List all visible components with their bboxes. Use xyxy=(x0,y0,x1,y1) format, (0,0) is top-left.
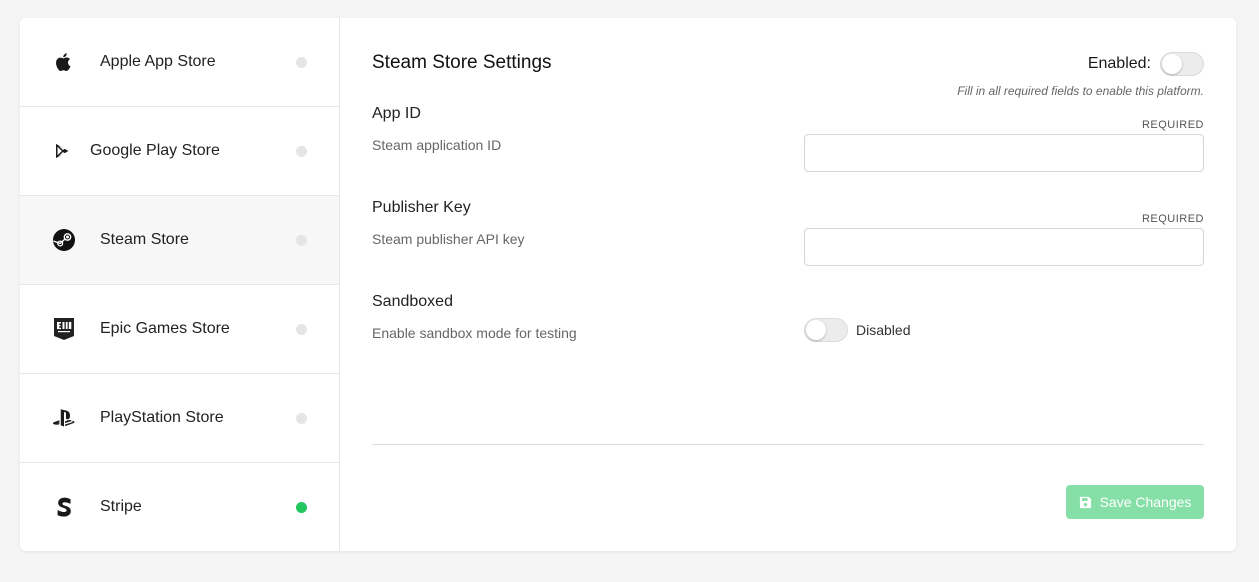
sidebar-item-playstation-store[interactable]: PlayStation Store xyxy=(20,374,339,463)
sidebar-item-label: Epic Games Store xyxy=(100,320,230,337)
sidebar-item-google-play-store[interactable]: Google Play Store xyxy=(20,107,339,196)
status-dot xyxy=(296,501,307,513)
save-icon xyxy=(1079,496,1092,509)
platform-sidebar: Apple App Store Google Play Store Steam … xyxy=(20,18,340,551)
publisher-key-input[interactable] xyxy=(804,228,1204,266)
sandbox-state-label: Disabled xyxy=(856,322,911,338)
divider xyxy=(372,444,1204,445)
publisher-key-required-badge: REQUIRED xyxy=(1141,213,1204,225)
sidebar-item-stripe[interactable]: Stripe xyxy=(20,463,339,551)
page-title: Steam Store Settings xyxy=(372,52,552,73)
app-id-description: Steam application ID xyxy=(372,137,502,153)
sandboxed-label: Sandboxed xyxy=(372,293,453,310)
enable-hint: Fill in all required fields to enable th… xyxy=(957,84,1204,98)
apple-icon xyxy=(52,50,76,74)
status-dot xyxy=(296,323,307,335)
app-id-input[interactable] xyxy=(804,134,1204,172)
enabled-toggle[interactable] xyxy=(1160,52,1204,76)
sidebar-item-steam-store[interactable]: Steam Store xyxy=(20,196,339,285)
sidebar-item-label: PlayStation Store xyxy=(100,409,224,426)
sidebar-item-label: Stripe xyxy=(100,498,142,515)
settings-panel: Steam Store Settings Enabled: Fill in al… xyxy=(340,18,1236,551)
sidebar-item-label: Steam Store xyxy=(100,231,189,248)
save-changes-button[interactable]: Save Changes xyxy=(1066,485,1204,519)
publisher-key-label: Publisher Key xyxy=(372,199,471,216)
sidebar-item-label: Apple App Store xyxy=(100,53,216,70)
google-play-icon xyxy=(50,139,74,163)
epic-games-icon xyxy=(52,317,76,341)
sandbox-toggle[interactable] xyxy=(804,318,848,342)
status-dot xyxy=(296,412,307,424)
settings-card: Apple App Store Google Play Store Steam … xyxy=(20,18,1236,551)
stripe-icon xyxy=(52,495,76,519)
enabled-control: Enabled: xyxy=(1088,52,1204,76)
app-id-required-badge: REQUIRED xyxy=(1141,119,1204,131)
status-dot xyxy=(296,145,307,157)
sidebar-item-label: Google Play Store xyxy=(90,142,220,159)
save-changes-label: Save Changes xyxy=(1099,494,1192,510)
status-dot xyxy=(296,56,307,68)
playstation-icon xyxy=(52,406,76,430)
publisher-key-description: Steam publisher API key xyxy=(372,231,525,247)
steam-icon xyxy=(52,228,76,252)
app-id-label: App ID xyxy=(372,105,421,122)
sidebar-item-apple-app-store[interactable]: Apple App Store xyxy=(20,18,339,107)
sandbox-control: Disabled xyxy=(804,318,910,342)
status-dot xyxy=(296,234,307,246)
sidebar-item-epic-games-store[interactable]: Epic Games Store xyxy=(20,285,339,374)
sandboxed-description: Enable sandbox mode for testing xyxy=(372,325,577,341)
enabled-label: Enabled: xyxy=(1087,55,1151,72)
